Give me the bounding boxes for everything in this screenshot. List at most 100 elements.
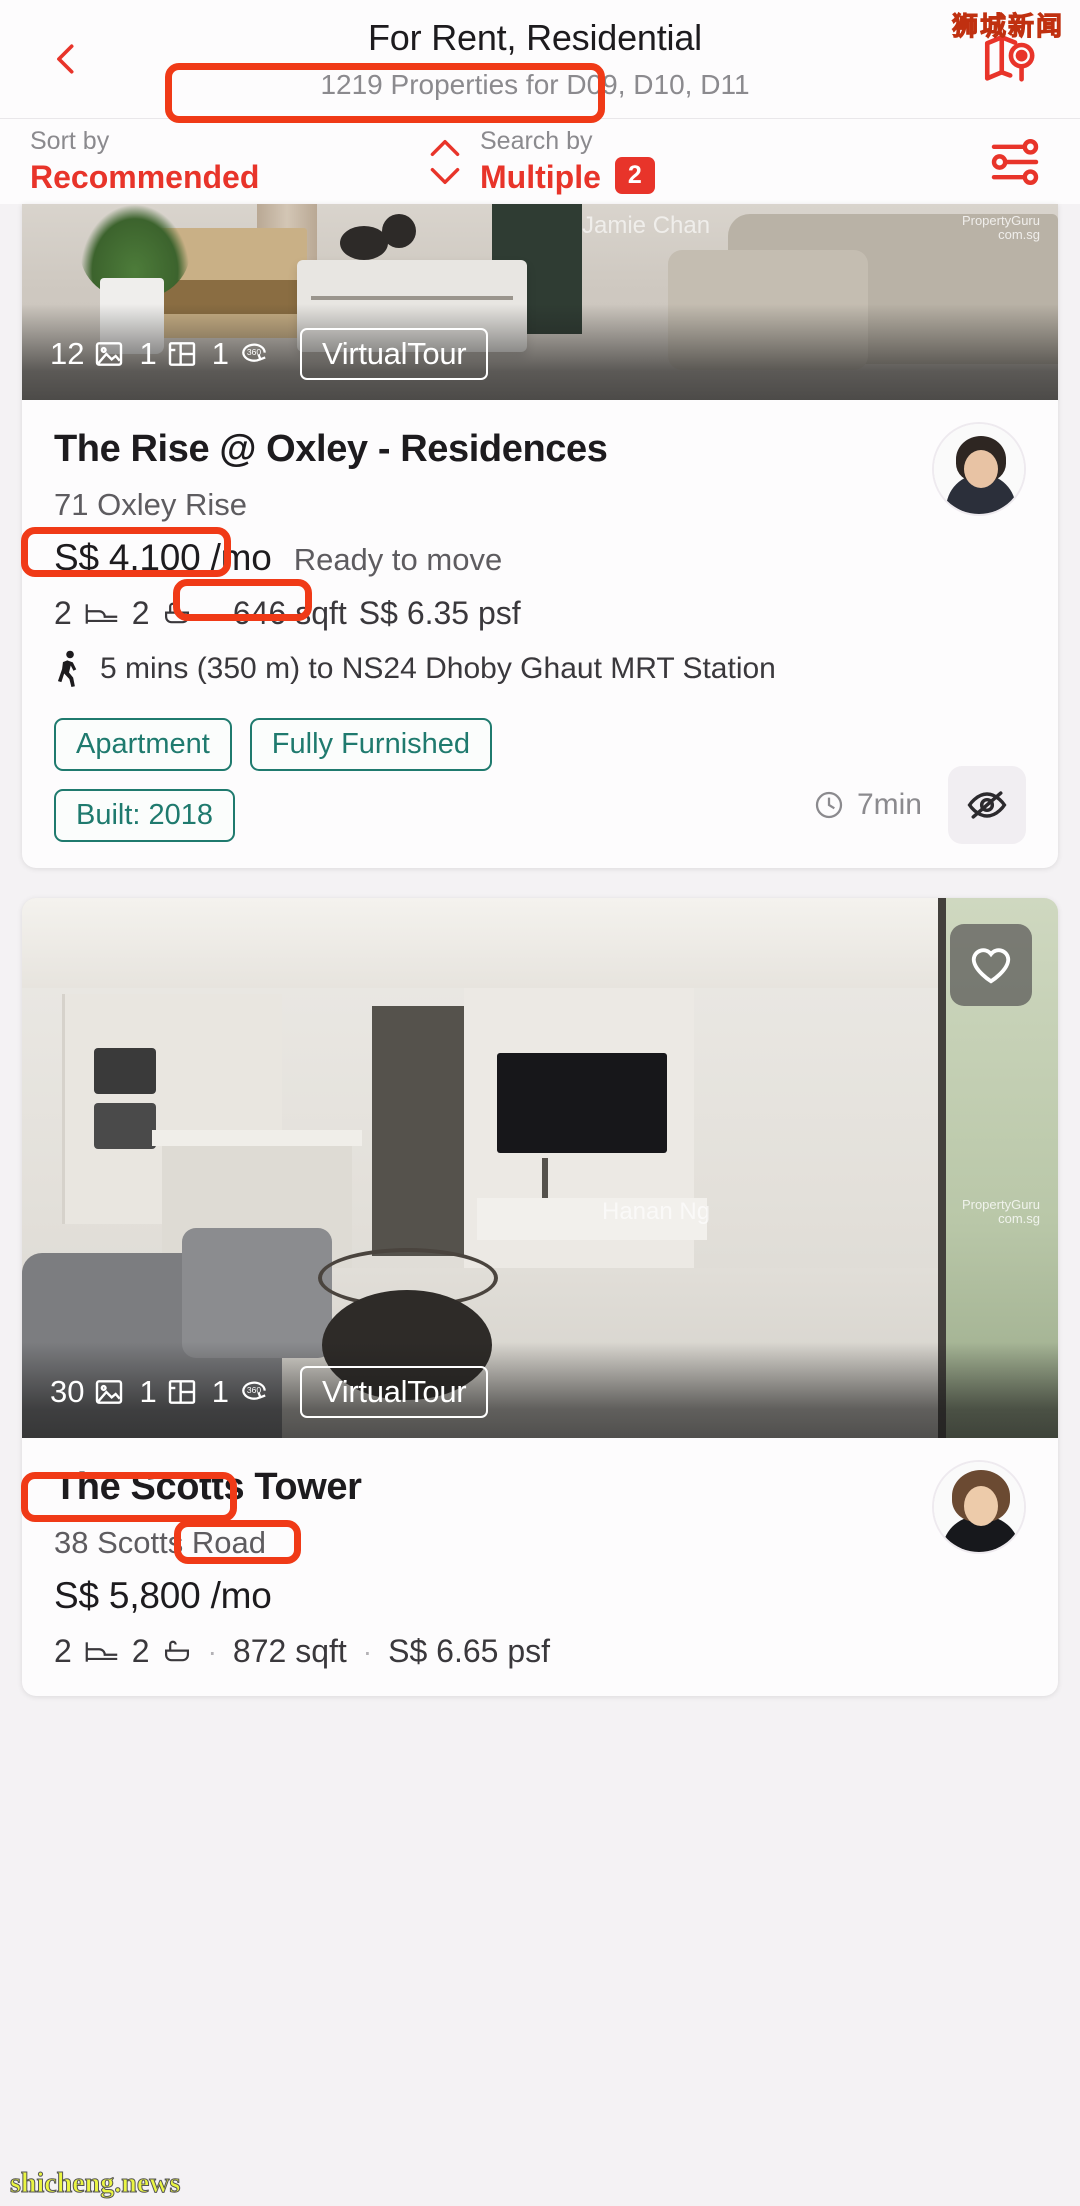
site-photo-watermark: PropertyGuru com.sg [961,1197,1040,1227]
agent-photo-watermark: Hanan Ng [602,1198,711,1225]
sort-direction-toggle[interactable] [410,137,480,187]
transit-text: 5 mins (350 m) to NS24 Dhoby Ghaut MRT S… [100,652,776,685]
site-watermark-top: 狮城新闻 [951,11,1064,42]
listing-price: S$ 5,800 /mo [54,1575,272,1616]
virtual-tour-badge[interactable]: VirtualTour [299,1366,489,1418]
agent-avatar[interactable] [932,422,1026,516]
media-badge-row: 12 1 1 360 VirtualTour [50,328,489,380]
listing-address: 71 Oxley Rise [54,487,247,522]
favourite-button[interactable] [950,924,1032,1006]
walking-icon [57,650,77,687]
listing-tags: Apartment Fully Furnished Built: 2018 [54,718,674,842]
view360-count: 1 [211,336,229,371]
listing-area: 872 sqft [232,1633,347,1669]
listing-specs: 2 2 · 646 sqft S$ 6.35 psf [54,595,1026,632]
floorplan-icon [168,1380,195,1404]
floorplan-count: 1 [139,1374,157,1409]
eye-off-icon [967,791,1007,819]
tag-property-type: Apartment [54,718,232,771]
listing-psf: S$ 6.35 psf [358,595,521,631]
listing-body: The Scotts Tower 38 Scotts Road S$ 5,800… [22,1438,1058,1696]
floorplan-count-badge: 1 [139,1374,197,1410]
bath-icon [164,602,189,623]
bath-count: 2 [131,1633,150,1669]
chevron-down-icon [430,167,460,184]
filter-settings-button[interactable] [980,134,1050,190]
view360-count-badge: 1 360 [212,336,270,372]
site-watermark-subtext: com.sg [998,1211,1040,1227]
tag-furnishing: Fully Furnished [249,718,493,771]
photo-count-badge: 12 [50,336,125,372]
site-watermark-text: PropertyGuru [961,213,1040,228]
listing-psf: S$ 6.65 psf [388,1633,550,1669]
bed-icon [85,1641,118,1662]
agent-avatar[interactable] [932,1460,1026,1554]
listing-title[interactable]: The Scotts Tower [54,1466,1026,1509]
listing-footer: 7min [813,766,1026,844]
page-title: For Rent, Residential [368,17,702,58]
results-summary[interactable]: 1219 Properties for D09, D10, D11 [320,69,749,101]
app-header: For Rent, Residential 1219 Properties fo… [0,0,1080,118]
listing-card[interactable]: Hanan Ng PropertyGuru com.sg 30 1 1 360 … [22,898,1058,1696]
listing-specs: 2 2 · 872 sqft · S$ 6.65 psf [54,1633,1026,1670]
listing-time: 7min [813,788,922,822]
listing-photo[interactable]: Hanan Ng PropertyGuru com.sg 30 1 1 360 … [22,898,1058,1438]
listing-area: 646 sqft [232,595,347,631]
photo-count-badge: 30 [50,1374,125,1410]
listing-address: 38 Scotts Road [54,1525,266,1560]
photo-count: 12 [50,336,85,371]
sliders-icon [991,138,1039,185]
listing-availability: Ready to move [293,542,503,577]
listing-card[interactable]: Jamie Chan PropertyGuru com.sg 12 1 1 36… [22,204,1058,868]
view360-count: 1 [211,1374,229,1409]
search-by-value: Multiple [480,158,601,195]
chevron-left-icon [57,44,74,74]
listing-price: S$ 4,100 /mo [54,537,272,578]
heart-icon [971,948,1011,984]
site-watermark-subtext: com.sg [998,227,1040,243]
sort-by-control[interactable]: Sort by Recommended [30,127,410,196]
floorplan-count: 1 [139,336,157,371]
site-watermark-bottom: shicheng.news [9,2168,181,2200]
site-watermark-text: PropertyGuru [961,1197,1040,1212]
view360-count-badge: 1 360 [212,1374,270,1410]
filter-bar: Sort by Recommended Search by Multiple 2 [0,118,1080,204]
back-button[interactable] [36,29,96,89]
listing-feed: Jamie Chan PropertyGuru com.sg 12 1 1 36… [0,204,1080,1696]
header-center: For Rent, Residential 1219 Properties fo… [96,17,974,101]
search-by-control[interactable]: Search by Multiple 2 [480,127,980,196]
sort-by-value: Recommended [30,158,260,195]
svg-text:360: 360 [247,1385,261,1395]
sort-by-label: Sort by [30,126,110,155]
clock-icon [815,791,843,819]
search-filter-count-badge: 2 [614,157,655,195]
bed-count: 2 [54,1633,72,1669]
spec-separator: · [207,1635,217,1667]
floorplan-icon [168,342,195,366]
svg-text:360: 360 [247,347,261,357]
chevron-up-icon [430,139,460,156]
360-icon: 360 [242,343,266,362]
spec-separator: · [207,597,217,629]
agent-photo-watermark: Jamie Chan [582,212,711,239]
spec-separator: · [362,1635,373,1667]
listing-title[interactable]: The Rise @ Oxley - Residences [54,428,1026,471]
360-icon: 360 [242,1381,266,1400]
photo-count: 30 [50,1374,85,1409]
photo-icon [96,1380,123,1404]
media-badge-row: 30 1 1 360 VirtualTour [50,1366,489,1418]
listing-body: The Rise @ Oxley - Residences 71 Oxley R… [22,400,1058,868]
time-text: 7min [856,788,922,821]
listing-photo[interactable]: Jamie Chan PropertyGuru com.sg 12 1 1 36… [22,204,1058,400]
bed-count: 2 [54,595,72,631]
floorplan-count-badge: 1 [139,336,197,372]
bed-icon [85,603,118,624]
photo-icon [96,342,123,366]
hide-listing-button[interactable] [948,766,1026,844]
search-by-label: Search by [480,126,593,155]
bath-count: 2 [131,595,150,631]
listing-transit: 5 mins (350 m) to NS24 Dhoby Ghaut MRT S… [54,650,1026,688]
bath-icon [164,1640,189,1661]
virtual-tour-badge[interactable]: VirtualTour [299,328,489,380]
tag-built-year: Built: 2018 [54,789,236,842]
